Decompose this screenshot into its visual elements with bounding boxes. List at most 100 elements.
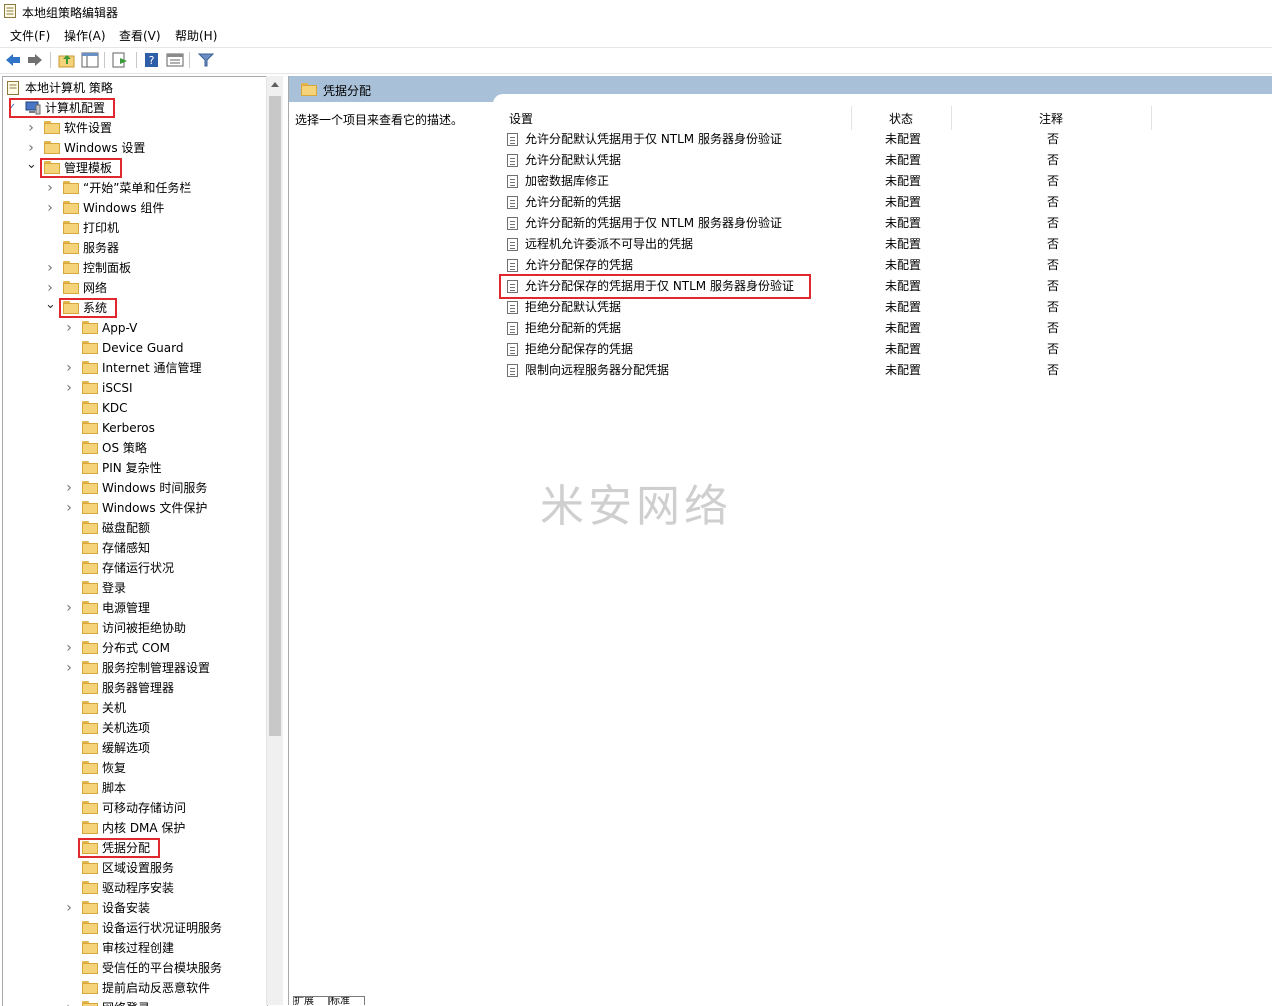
tree-item[interactable]: 登录 — [3, 578, 265, 598]
policy-setting-row[interactable]: 限制向远程服务器分配凭据 未配置 否 — [503, 360, 1203, 381]
tree-item[interactable]: 脚本 — [3, 778, 265, 798]
policy-setting-row[interactable]: 允许分配新的凭据 未配置 否 — [503, 192, 1203, 213]
tree-item[interactable]: 服务器 — [3, 238, 265, 258]
chevron-right-icon[interactable]: › — [45, 198, 55, 218]
policy-setting-row[interactable]: 允许分配默认凭据 未配置 否 — [503, 150, 1203, 171]
tree-item[interactable]: OS 策略 — [3, 438, 265, 458]
tree-item[interactable]: 内核 DMA 保护 — [3, 818, 265, 838]
chevron-right-icon[interactable]: › — [64, 598, 74, 618]
policy-setting-row[interactable]: 远程机允许委派不可导出的凭据 未配置 否 — [503, 234, 1203, 255]
chevron-right-icon[interactable]: › — [26, 138, 36, 158]
chevron-right-icon[interactable]: › — [64, 898, 74, 918]
tree-item[interactable]: 恢复 — [3, 758, 265, 778]
menu-action[interactable]: 操作(A) — [62, 27, 108, 44]
tree-scrollbar[interactable] — [266, 76, 283, 1005]
scrollbar-thumb[interactable] — [269, 96, 281, 736]
filter-icon[interactable] — [197, 52, 215, 68]
tree-item[interactable]: › Internet 通信管理 — [3, 358, 265, 378]
tree-item[interactable]: 打印机 — [3, 218, 265, 238]
chevron-right-icon[interactable]: › — [64, 478, 74, 498]
column-separator[interactable] — [851, 106, 852, 130]
tree-item[interactable]: ✓ 计算机配置 — [3, 98, 265, 118]
tree-item[interactable]: › 网络 — [3, 278, 265, 298]
policy-setting-row[interactable]: 允许分配默认凭据用于仅 NTLM 服务器身份验证 未配置 否 — [503, 129, 1203, 150]
up-folder-icon[interactable] — [58, 52, 76, 68]
properties-icon[interactable] — [166, 52, 184, 68]
tree-item[interactable]: 可移动存储访问 — [3, 798, 265, 818]
tree-item[interactable]: Kerberos — [3, 418, 265, 438]
chevron-right-icon[interactable]: › — [64, 318, 74, 338]
tree-pane[interactable]: 本地计算机 策略 ✓ 计算机配置 › 软件设置 › Windows 设置 ⌄ 管理模板 › “开始… — [2, 76, 268, 1006]
chevron-down-icon[interactable]: ⌄ — [26, 158, 37, 178]
tree-item[interactable]: ⌄ 系统 — [3, 298, 265, 318]
tree-item[interactable]: 驱动程序安装 — [3, 878, 265, 898]
policy-setting-name: 拒绝分配保存的凭据 — [525, 342, 634, 356]
tree-item[interactable]: 提前启动反恶意软件 — [3, 978, 265, 998]
show-hide-tree-icon[interactable] — [81, 52, 99, 68]
menu-help[interactable]: 帮助(H) — [173, 27, 219, 44]
chevron-right-icon[interactable]: › — [64, 378, 74, 398]
tree-item[interactable]: KDC — [3, 398, 265, 418]
menu-view[interactable]: 查看(V) — [117, 27, 163, 44]
policy-setting-row[interactable]: 拒绝分配保存的凭据 未配置 否 — [503, 339, 1203, 360]
tree-item[interactable]: 磁盘配额 — [3, 518, 265, 538]
column-header-state[interactable]: 状态 — [889, 108, 913, 130]
tree-item[interactable]: 关机 — [3, 698, 265, 718]
help-icon[interactable]: ? — [143, 52, 161, 68]
chevron-right-icon[interactable]: › — [26, 118, 36, 138]
tree-item[interactable]: 审核过程创建 — [3, 938, 265, 958]
tree-item[interactable]: › 软件设置 — [3, 118, 265, 138]
scroll-up-arrow-icon[interactable] — [271, 82, 279, 87]
tree-item[interactable]: › 设备安装 — [3, 898, 265, 918]
tree-item[interactable]: 存储运行状况 — [3, 558, 265, 578]
tab-standard[interactable]: 标准 — [329, 996, 365, 1005]
tree-item[interactable]: 存储感知 — [3, 538, 265, 558]
chevron-right-icon[interactable]: › — [64, 498, 74, 518]
tree-item[interactable]: › 控制面板 — [3, 258, 265, 278]
tree-item[interactable]: › Windows 文件保护 — [3, 498, 265, 518]
column-header-setting[interactable]: 设置 — [509, 108, 533, 130]
tree-item[interactable]: › “开始”菜单和任务栏 — [3, 178, 265, 198]
tree-item[interactable]: 服务器管理器 — [3, 678, 265, 698]
chevron-right-icon[interactable]: › — [64, 658, 74, 678]
tree-item[interactable]: PIN 复杂性 — [3, 458, 265, 478]
details-header-title: 凭据分配 — [323, 84, 372, 98]
tree-item[interactable]: › App-V — [3, 318, 265, 338]
tree-item[interactable]: 访问被拒绝协助 — [3, 618, 265, 638]
tree-item[interactable]: › 服务控制管理器设置 — [3, 658, 265, 678]
tree-item[interactable]: › 电源管理 — [3, 598, 265, 618]
policy-setting-row[interactable]: 拒绝分配默认凭据 未配置 否 — [503, 297, 1203, 318]
policy-setting-row[interactable]: 允许分配保存的凭据 未配置 否 — [503, 255, 1203, 276]
tree-item[interactable]: 凭据分配 — [3, 838, 265, 858]
tree-item[interactable]: › 分布式 COM — [3, 638, 265, 658]
policy-setting-row[interactable]: 加密数据库修正 未配置 否 — [503, 171, 1203, 192]
chevron-right-icon[interactable]: › — [64, 638, 74, 658]
tab-extended[interactable]: 扩展 — [293, 996, 329, 1005]
policy-setting-row[interactable]: 允许分配新的凭据用于仅 NTLM 服务器身份验证 未配置 否 — [503, 213, 1203, 234]
tree-item[interactable]: › Windows 时间服务 — [3, 478, 265, 498]
tree-item[interactable]: › iSCSI — [3, 378, 265, 398]
tree-item[interactable]: ⌄ 管理模板 — [3, 158, 265, 178]
tree-item[interactable]: › Windows 设置 — [3, 138, 265, 158]
chevron-right-icon[interactable]: › — [64, 358, 74, 378]
menu-file[interactable]: 文件(F) — [8, 27, 52, 44]
policy-setting-row[interactable]: 允许分配保存的凭据用于仅 NTLM 服务器身份验证 未配置否 — [499, 274, 1203, 299]
column-separator[interactable] — [1151, 106, 1152, 130]
tree-item[interactable]: › Windows 组件 — [3, 198, 265, 218]
policy-setting-row[interactable]: 拒绝分配新的凭据 未配置 否 — [503, 318, 1203, 339]
chevron-right-icon[interactable]: › — [45, 258, 55, 278]
tree-item[interactable]: 关机选项 — [3, 718, 265, 738]
tree-item[interactable]: 缓解选项 — [3, 738, 265, 758]
column-header-note[interactable]: 注释 — [1039, 108, 1063, 130]
column-separator[interactable] — [951, 106, 952, 130]
chevron-down-icon[interactable]: ⌄ — [45, 298, 56, 318]
forward-arrow-icon[interactable] — [26, 52, 44, 68]
chevron-right-icon[interactable]: › — [45, 278, 55, 298]
export-list-icon[interactable] — [111, 52, 129, 68]
tree-item[interactable]: Device Guard — [3, 338, 265, 358]
back-arrow-icon[interactable] — [4, 52, 22, 68]
tree-item[interactable]: 设备运行状况证明服务 — [3, 918, 265, 938]
tree-item[interactable]: 区域设置服务 — [3, 858, 265, 878]
chevron-right-icon[interactable]: › — [45, 178, 55, 198]
tree-item[interactable]: 受信任的平台模块服务 — [3, 958, 265, 978]
